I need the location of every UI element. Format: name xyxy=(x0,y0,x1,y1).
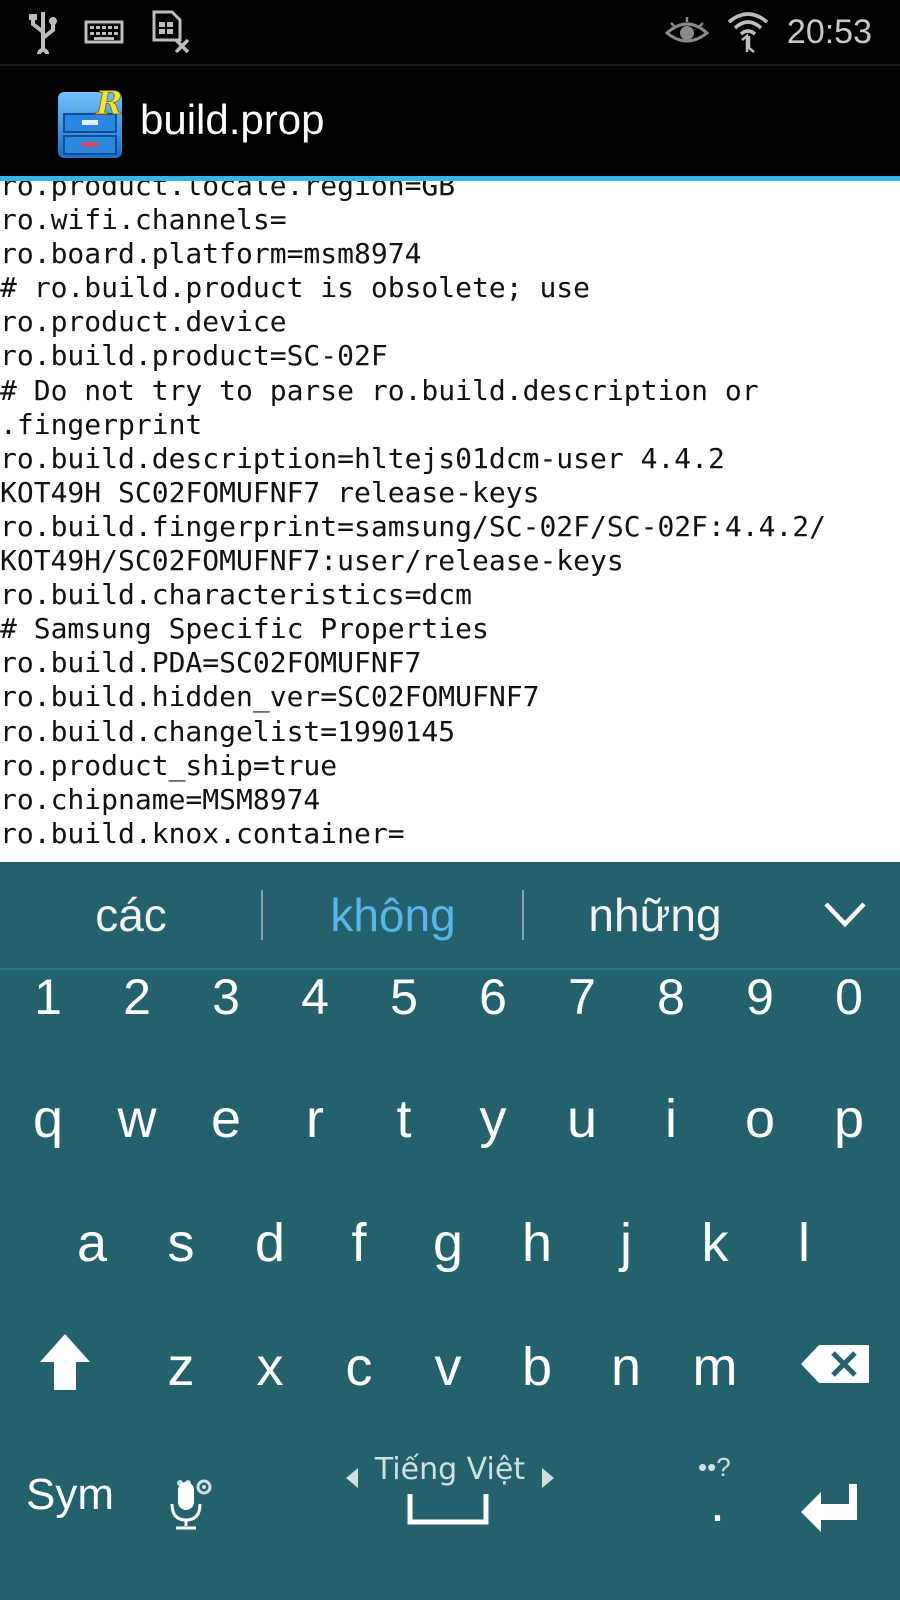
chevron-down-icon[interactable] xyxy=(820,892,870,938)
key-row1-7[interactable]: i xyxy=(627,1088,716,1150)
editor-line: KOT49H SC02FOMUFNF7 release-keys xyxy=(0,475,540,509)
period-label: . xyxy=(710,1473,726,1533)
key-row2-7[interactable]: k xyxy=(671,1212,760,1274)
key-number-2[interactable]: 3 xyxy=(182,968,271,1026)
key-row2-6[interactable]: j xyxy=(582,1212,671,1274)
chevron-right-icon xyxy=(540,1466,556,1494)
key-number-9[interactable]: 0 xyxy=(805,968,894,1026)
shift-arrow-icon xyxy=(38,1334,92,1404)
editor-line: ro.product.locale.region=GB xyxy=(0,181,456,202)
keyboard-icon xyxy=(84,18,124,46)
editor-line: ro.wifi.channels= xyxy=(0,203,287,237)
editor-line: ro.build.changelist=1990145 xyxy=(0,714,456,748)
page-title: build.prop xyxy=(140,96,325,143)
suggestion-3[interactable]: những xyxy=(524,862,786,968)
sim-card-off-icon xyxy=(150,10,190,54)
language-label: Tiếng Việt xyxy=(374,1452,526,1487)
spacebar-icon xyxy=(406,1492,490,1530)
key-number-7[interactable]: 8 xyxy=(627,968,716,1026)
key-row3-4[interactable]: b xyxy=(493,1336,582,1398)
soft-keyboard: các không những 1234567890 qwertyuiop asdf… xyxy=(0,862,900,1600)
key-row1-0[interactable]: q xyxy=(4,1088,93,1150)
key-row2-1[interactable]: s xyxy=(137,1212,226,1274)
action-bar: R build.prop xyxy=(0,64,900,178)
key-row2-5[interactable]: h xyxy=(493,1212,582,1274)
key-number-6[interactable]: 7 xyxy=(538,968,627,1026)
key-number-3[interactable]: 4 xyxy=(271,968,360,1026)
key-row2-8[interactable]: l xyxy=(760,1212,849,1274)
key-number-8[interactable]: 9 xyxy=(716,968,805,1026)
period-key[interactable]: ••? . xyxy=(692,1452,752,1552)
status-clock: 20:53 xyxy=(786,12,872,51)
key-number-0[interactable]: 1 xyxy=(4,968,93,1026)
editor-content[interactable]: ro.product.locale.region=GB ro.wifi.chann… xyxy=(0,181,826,851)
key-row2-4[interactable]: g xyxy=(404,1212,493,1274)
key-row3-1[interactable]: x xyxy=(226,1336,315,1398)
key-row1-8[interactable]: o xyxy=(716,1088,805,1150)
suggestion-2[interactable]: không xyxy=(262,862,524,968)
editor-line: # Do not try to parse ro.build.descripti… xyxy=(0,373,759,407)
editor-line: ro.product_ship=true xyxy=(0,748,338,782)
key-row2-0[interactable]: a xyxy=(48,1212,137,1274)
key-number-4[interactable]: 5 xyxy=(360,968,449,1026)
usb-icon xyxy=(28,10,58,54)
sym-key[interactable]: Sym xyxy=(20,1470,120,1530)
wifi-icon xyxy=(727,10,769,54)
key-row1-4[interactable]: t xyxy=(360,1088,449,1150)
shift-key[interactable] xyxy=(30,1332,100,1402)
key-number-1[interactable]: 2 xyxy=(93,968,182,1026)
svg-text:R: R xyxy=(95,84,123,122)
root-explorer-icon[interactable]: R xyxy=(56,84,124,160)
editor-line: .fingerprint xyxy=(0,407,203,441)
editor-line: # ro.build.product is obsolete; use xyxy=(0,271,591,305)
suggestion-bar: các không những xyxy=(0,862,900,970)
backspace-icon xyxy=(799,1339,871,1397)
editor-line: ro.board.platform=msm8974 xyxy=(0,237,422,271)
key-row2-3[interactable]: f xyxy=(315,1212,404,1274)
space-key[interactable]: Tiếng Việt xyxy=(340,1452,560,1532)
text-editor[interactable]: ro.product.locale.region=GB ro.wifi.chann… xyxy=(0,181,900,862)
key-row1-3[interactable]: r xyxy=(271,1088,360,1150)
key-number-5[interactable]: 6 xyxy=(449,968,538,1026)
microphone-icon xyxy=(166,1480,206,1545)
editor-line: # Samsung Specific Properties xyxy=(0,612,489,646)
editor-line: ro.build.characteristics=dcm xyxy=(0,578,473,612)
key-row1-6[interactable]: u xyxy=(538,1088,627,1150)
editor-line: ro.build.fingerprint=samsung/SC-02F/SC-0… xyxy=(0,509,827,543)
editor-line: ro.build.hidden_ver=SC02FOMUFNF7 xyxy=(0,680,540,714)
editor-line: KOT49H/SC02FOMUFNF7:user/release-keys xyxy=(0,544,624,578)
enter-icon xyxy=(799,1484,863,1546)
editor-line: ro.chipname=MSM8974 xyxy=(0,782,321,816)
editor-line: ro.build.description=hltejs01dcm-user 4.… xyxy=(0,441,725,475)
key-row3-6[interactable]: m xyxy=(671,1336,760,1398)
key-row1-5[interactable]: y xyxy=(449,1088,538,1150)
key-row3-0[interactable]: z xyxy=(137,1336,226,1398)
editor-line: ro.build.PDA=SC02FOMUFNF7 xyxy=(0,646,422,680)
status-bar: 20:53 xyxy=(0,0,900,64)
key-row3-2[interactable]: c xyxy=(315,1336,404,1398)
editor-line: ro.build.knox.container= xyxy=(0,816,405,850)
key-row2-2[interactable]: d xyxy=(226,1212,315,1274)
key-row3-5[interactable]: n xyxy=(582,1336,671,1398)
voice-input-key[interactable] xyxy=(160,1452,220,1552)
eye-icon xyxy=(664,17,709,47)
editor-line: ro.product.device xyxy=(0,305,287,339)
backspace-key[interactable] xyxy=(798,1338,872,1388)
key-row1-9[interactable]: p xyxy=(805,1088,894,1150)
editor-line: ro.build.product=SC-02F xyxy=(0,339,388,373)
key-row3-3[interactable]: v xyxy=(404,1336,493,1398)
enter-key[interactable] xyxy=(796,1482,866,1542)
key-row1-1[interactable]: w xyxy=(93,1088,182,1150)
suggestion-1[interactable]: các xyxy=(0,862,262,968)
key-row1-2[interactable]: e xyxy=(182,1088,271,1150)
